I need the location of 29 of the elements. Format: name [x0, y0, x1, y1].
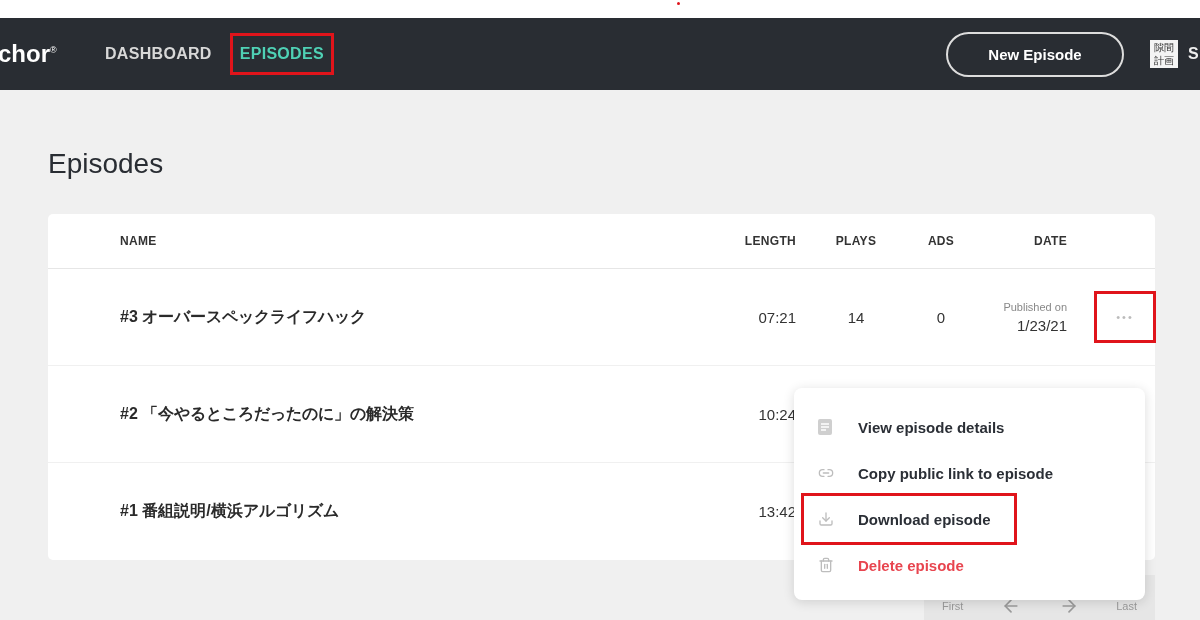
column-header: DATE — [1034, 234, 1067, 248]
menu-item[interactable]: Delete episode — [804, 542, 974, 588]
menu-item[interactable]: View episode details — [804, 404, 1015, 450]
episode-title[interactable]: #1 番組説明/横浜アルゴリズム — [120, 501, 720, 522]
nav-link[interactable]: DASHBOARD — [98, 36, 219, 72]
menu-item[interactable]: Download episode — [804, 496, 1014, 542]
date-caption: Published on — [1003, 300, 1067, 313]
account-badge[interactable]: 隙間 計画 — [1150, 40, 1178, 68]
document-icon — [818, 419, 834, 435]
download-icon — [818, 511, 834, 527]
column-header: NAME — [120, 234, 157, 248]
date-cell: 1/23/21 — [1016, 316, 1067, 334]
episode-title[interactable]: #2 「今やるところだったのに」の解決策 — [120, 403, 720, 425]
column-header: ADS — [927, 234, 955, 248]
account-name[interactable]: S — [1188, 45, 1200, 63]
plays-cell: 14 — [847, 308, 865, 326]
trash-icon — [818, 557, 834, 573]
new-episode-button[interactable]: New Episode — [946, 31, 1124, 77]
length-cell: 10:24 — [758, 405, 796, 423]
ads-cell: 0 — [936, 308, 946, 326]
nav-link[interactable]: EPISODES — [232, 36, 331, 72]
column-header: LENGTH — [744, 234, 796, 248]
menu-item[interactable]: Copy public link to episode — [804, 450, 1063, 496]
column-header: PLAYS — [835, 234, 877, 248]
episode-title[interactable]: #3 オーバースペックライフハック — [120, 306, 720, 328]
dot-mark — [677, 2, 680, 5]
page-title: Episodes — [48, 148, 165, 180]
length-cell: 07:21 — [758, 308, 796, 326]
length-cell: 13:42 — [758, 503, 796, 520]
